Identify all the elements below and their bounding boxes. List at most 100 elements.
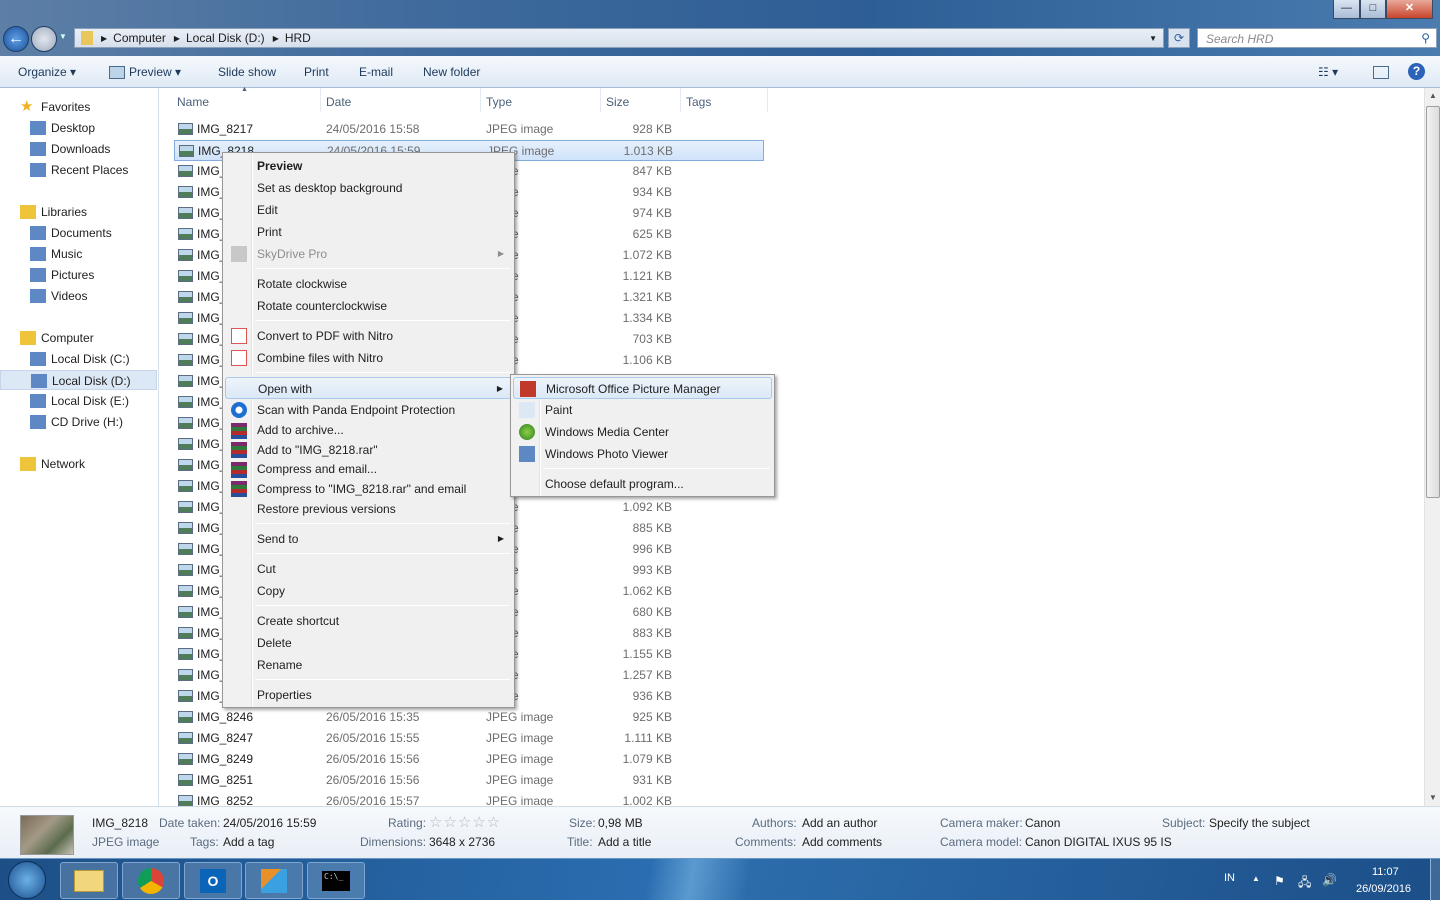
scroll-down-icon[interactable]: ▼: [1425, 790, 1440, 806]
menu-item-compress-and-email[interactable]: Compress and email...: [225, 460, 512, 480]
show-hidden-icons[interactable]: ▲: [1252, 874, 1260, 883]
column-date[interactable]: Date: [326, 95, 351, 109]
organize-button[interactable]: Organize ▾: [18, 65, 76, 79]
menu-item-edit[interactable]: Edit: [225, 199, 512, 221]
breadcrumb-local-disk-d[interactable]: Local Disk (D:): [186, 31, 265, 45]
column-size[interactable]: Size: [606, 95, 629, 109]
sidebar-item-local-disk-e[interactable]: Local Disk (E:): [0, 391, 157, 411]
menu-item-open-with[interactable]: Open with ▶: [225, 377, 512, 399]
menu-item-windows-photo-viewer[interactable]: Windows Photo Viewer: [513, 443, 772, 465]
menu-item-scan-with-panda-endpoint-protection[interactable]: Scan with Panda Endpoint Protection: [225, 399, 512, 421]
sidebar-item-local-disk-d[interactable]: Local Disk (D:): [0, 370, 157, 390]
outlook-taskbar-button[interactable]: O: [184, 862, 242, 899]
menu-item-windows-media-center[interactable]: Windows Media Center: [513, 421, 772, 443]
language-indicator[interactable]: IN: [1224, 872, 1235, 884]
sidebar-item-computer[interactable]: Computer: [0, 328, 157, 348]
camera-model-value[interactable]: Canon DIGITAL IXUS 95 IS: [1025, 835, 1172, 849]
change-view-icon[interactable]: ☷ ▾: [1318, 65, 1338, 79]
close-button[interactable]: ✕: [1386, 0, 1433, 19]
sidebar-item-videos[interactable]: Videos: [0, 286, 157, 306]
clock-time[interactable]: 11:07: [1372, 866, 1399, 878]
menu-item-restore-previous-versions[interactable]: Restore previous versions: [225, 499, 512, 520]
cmd-taskbar-button[interactable]: C:\_: [307, 862, 365, 899]
menu-item-cut[interactable]: Cut: [225, 558, 512, 580]
sidebar-item-pictures[interactable]: Pictures: [0, 265, 157, 285]
authors-value[interactable]: Add an author: [802, 816, 877, 830]
search-input[interactable]: Search HRD ⚲: [1197, 28, 1437, 48]
preview-pane-icon[interactable]: [1373, 66, 1389, 79]
menu-item-microsoft-office-picture-manager[interactable]: Microsoft Office Picture Manager: [513, 377, 772, 399]
breadcrumb-computer[interactable]: Computer: [113, 31, 166, 45]
menu-item-set-as-desktop-background[interactable]: Set as desktop background: [225, 177, 512, 199]
sidebar-item-documents[interactable]: Documents: [0, 223, 157, 243]
camera-maker-value[interactable]: Canon: [1025, 816, 1060, 830]
help-icon[interactable]: ?: [1408, 63, 1425, 80]
file-row[interactable]: IMG_8249 26/05/2016 15:56 JPEG image 1.079 …: [174, 749, 764, 770]
vertical-scrollbar[interactable]: ▲ ▼: [1424, 88, 1440, 806]
menu-item-copy[interactable]: Copy: [225, 580, 512, 602]
menu-item-rename[interactable]: Rename: [225, 654, 512, 676]
sidebar-item-desktop[interactable]: Desktop: [0, 118, 157, 138]
refresh-button[interactable]: ⟳: [1168, 28, 1190, 48]
print-button[interactable]: Print: [304, 65, 329, 79]
menu-item-delete[interactable]: Delete: [225, 632, 512, 654]
recent-pages-dropdown[interactable]: ▼: [59, 32, 67, 41]
minimize-button[interactable]: —: [1333, 0, 1360, 19]
address-dropdown-icon[interactable]: ▼: [1149, 34, 1157, 43]
menu-item-combine-files-with-nitro[interactable]: Combine files with Nitro: [225, 347, 512, 369]
comments-value[interactable]: Add comments: [802, 835, 882, 849]
menu-item-send-to[interactable]: Send to ▶: [225, 528, 512, 550]
rating-stars[interactable]: ☆☆☆☆☆: [429, 813, 501, 831]
subject-value[interactable]: Specify the subject: [1209, 816, 1310, 830]
sidebar-item-favorites[interactable]: ★ Favorites: [0, 97, 157, 117]
explorer-taskbar-button[interactable]: [60, 862, 118, 899]
column-name[interactable]: Name: [177, 95, 209, 109]
menu-item-create-shortcut[interactable]: Create shortcut: [225, 610, 512, 632]
search-icon[interactable]: ⚲: [1421, 31, 1430, 45]
forward-button[interactable]: →: [31, 26, 57, 52]
menu-item-print[interactable]: Print: [225, 221, 512, 243]
menu-item-choose-default-program[interactable]: Choose default program...: [513, 473, 772, 495]
remote-desktop-taskbar-button[interactable]: [245, 862, 303, 899]
sidebar-item-network[interactable]: Network: [0, 454, 157, 474]
column-tags[interactable]: Tags: [686, 95, 711, 109]
file-row[interactable]: IMG_8247 26/05/2016 15:55 JPEG image 1.111 …: [174, 728, 764, 749]
menu-item-add-to-img-8218-rar[interactable]: Add to "IMG_8218.rar": [225, 441, 512, 461]
action-center-icon[interactable]: ⚑: [1274, 874, 1285, 888]
slideshow-button[interactable]: Slide show: [218, 65, 276, 79]
menu-item-compress-to-img-8218-rar-and-email[interactable]: Compress to "IMG_8218.rar" and email: [225, 480, 512, 500]
sidebar-item-local-disk-c[interactable]: Local Disk (C:): [0, 349, 157, 369]
address-bar[interactable]: ▶ Computer ▶ Local Disk (D:) ▶ HRD ▼: [74, 28, 1164, 48]
menu-item-paint[interactable]: Paint: [513, 399, 772, 421]
menu-item-skydrive-pro[interactable]: SkyDrive Pro ▶: [225, 243, 512, 265]
chrome-taskbar-button[interactable]: [122, 862, 180, 899]
clock-date[interactable]: 26/09/2016: [1356, 883, 1411, 895]
breadcrumb-hrd[interactable]: HRD: [285, 31, 311, 45]
sidebar-item-libraries[interactable]: Libraries: [0, 202, 157, 222]
date-taken-value[interactable]: 24/05/2016 15:59: [223, 816, 316, 830]
menu-item-rotate-clockwise[interactable]: Rotate clockwise: [225, 273, 512, 295]
title-value[interactable]: Add a title: [598, 835, 651, 849]
maximize-button[interactable]: □: [1360, 0, 1386, 19]
sidebar-item-recent-places[interactable]: Recent Places: [0, 160, 157, 180]
scrollbar-thumb[interactable]: [1426, 106, 1440, 498]
column-type[interactable]: Type: [486, 95, 512, 109]
menu-item-properties[interactable]: Properties: [225, 684, 512, 706]
menu-item-preview[interactable]: Preview: [225, 155, 512, 177]
sidebar-item-music[interactable]: Music: [0, 244, 157, 264]
email-button[interactable]: E-mail: [359, 65, 393, 79]
scroll-up-icon[interactable]: ▲: [1425, 88, 1440, 104]
file-row[interactable]: IMG_8246 26/05/2016 15:35 JPEG image 925 KB: [174, 707, 764, 728]
sidebar-item-cd-drive-h[interactable]: CD Drive (H:): [0, 412, 157, 432]
volume-icon[interactable]: 🔊: [1322, 873, 1337, 887]
new-folder-button[interactable]: New folder: [423, 65, 480, 79]
back-button[interactable]: ←: [3, 26, 29, 52]
network-tray-icon[interactable]: 🖧: [1298, 873, 1311, 894]
menu-item-add-to-archive[interactable]: Add to archive...: [225, 421, 512, 441]
show-desktop-button[interactable]: [1430, 859, 1440, 901]
sidebar-item-downloads[interactable]: Downloads: [0, 139, 157, 159]
file-row[interactable]: IMG_8217 24/05/2016 15:58 JPEG image 928 KB: [174, 119, 764, 140]
file-row[interactable]: IMG_8251 26/05/2016 15:56 JPEG image 931 KB: [174, 770, 764, 791]
menu-item-convert-to-pdf-with-nitro[interactable]: Convert to PDF with Nitro: [225, 325, 512, 347]
preview-button[interactable]: Preview ▾: [129, 65, 181, 79]
